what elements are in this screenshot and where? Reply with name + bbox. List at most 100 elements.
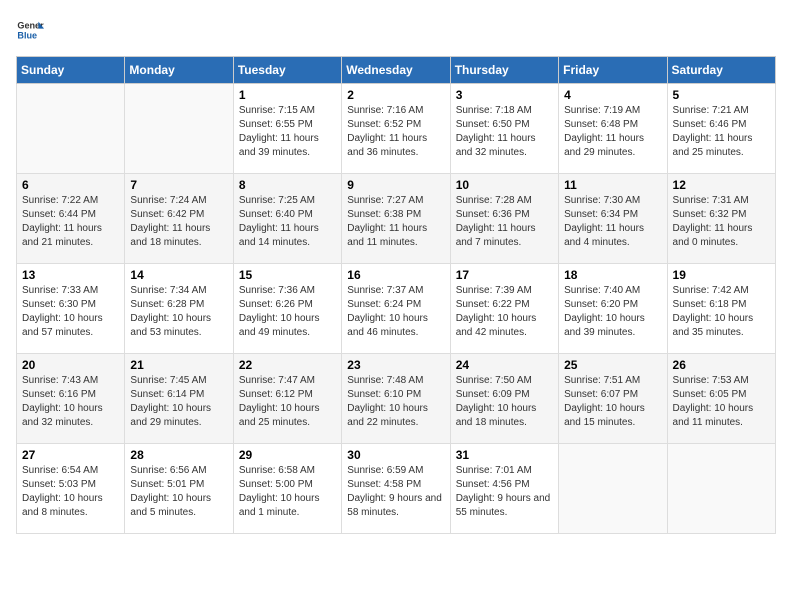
day-number: 13 <box>22 268 119 282</box>
day-number: 3 <box>456 88 553 102</box>
day-number: 27 <box>22 448 119 462</box>
calendar-cell <box>667 444 775 534</box>
day-info: Sunrise: 7:40 AMSunset: 6:20 PMDaylight:… <box>564 284 661 340</box>
day-info: Sunrise: 7:15 AMSunset: 6:55 PMDaylight:… <box>239 104 336 160</box>
calendar-cell: 15 Sunrise: 7:36 AMSunset: 6:26 PMDayligh… <box>233 264 341 354</box>
day-info: Sunrise: 7:51 AMSunset: 6:07 PMDaylight:… <box>564 374 661 430</box>
day-number: 17 <box>456 268 553 282</box>
calendar-cell: 22 Sunrise: 7:47 AMSunset: 6:12 PMDayligh… <box>233 354 341 444</box>
day-number: 11 <box>564 178 661 192</box>
day-info: Sunrise: 7:30 AMSunset: 6:34 PMDaylight:… <box>564 194 661 250</box>
day-info: Sunrise: 6:56 AMSunset: 5:01 PMDaylight:… <box>130 464 227 520</box>
weekday-header-saturday: Saturday <box>667 57 775 84</box>
calendar-week-row: 13Sunrise: 7:33 AMSunset: 6:30 PMDayligh… <box>17 264 776 354</box>
day-number: 9 <box>347 178 444 192</box>
day-number: 21 <box>130 358 227 372</box>
calendar-cell: 26 Sunrise: 7:53 AMSunset: 6:05 PMDayligh… <box>667 354 775 444</box>
calendar-cell: 29 Sunrise: 6:58 AMSunset: 5:00 PMDayligh… <box>233 444 341 534</box>
calendar-cell: 2 Sunrise: 7:16 AMSunset: 6:52 PMDaylight… <box>342 84 450 174</box>
calendar-cell: 17Sunrise: 7:39 AMSunset: 6:22 PMDayligh… <box>450 264 558 354</box>
weekday-header-tuesday: Tuesday <box>233 57 341 84</box>
day-info: Sunrise: 7:19 AMSunset: 6:48 PMDaylight:… <box>564 104 661 160</box>
calendar-cell: 23 Sunrise: 7:48 AMSunset: 6:10 PMDayligh… <box>342 354 450 444</box>
day-info: Sunrise: 7:43 AMSunset: 6:16 PMDaylight:… <box>22 374 119 430</box>
day-number: 23 <box>347 358 444 372</box>
calendar-cell: 28 Sunrise: 6:56 AMSunset: 5:01 PMDayligh… <box>125 444 233 534</box>
day-number: 10 <box>456 178 553 192</box>
day-info: Sunrise: 7:21 AMSunset: 6:46 PMDaylight:… <box>673 104 770 160</box>
calendar-week-row: 20 Sunrise: 7:43 AMSunset: 6:16 PMDayligh… <box>17 354 776 444</box>
day-info: Sunrise: 7:36 AMSunset: 6:26 PMDaylight:… <box>239 284 336 340</box>
day-number: 18 <box>564 268 661 282</box>
day-info: Sunrise: 7:28 AMSunset: 6:36 PMDaylight:… <box>456 194 553 250</box>
day-number: 1 <box>239 88 336 102</box>
calendar-cell: 6 Sunrise: 7:22 AMSunset: 6:44 PMDaylight… <box>17 174 125 264</box>
day-info: Sunrise: 6:58 AMSunset: 5:00 PMDaylight:… <box>239 464 336 520</box>
day-number: 22 <box>239 358 336 372</box>
day-info: Sunrise: 7:01 AMSunset: 4:56 PMDaylight:… <box>456 464 553 520</box>
logo: General Blue <box>16 16 48 44</box>
calendar-cell: 18 Sunrise: 7:40 AMSunset: 6:20 PMDayligh… <box>559 264 667 354</box>
day-number: 24 <box>456 358 553 372</box>
day-number: 19 <box>673 268 770 282</box>
day-info: Sunrise: 7:31 AMSunset: 6:32 PMDaylight:… <box>673 194 770 250</box>
calendar-cell: 10 Sunrise: 7:28 AMSunset: 6:36 PMDayligh… <box>450 174 558 264</box>
day-number: 25 <box>564 358 661 372</box>
calendar-cell: 19 Sunrise: 7:42 AMSunset: 6:18 PMDayligh… <box>667 264 775 354</box>
day-number: 29 <box>239 448 336 462</box>
day-info: Sunrise: 7:45 AMSunset: 6:14 PMDaylight:… <box>130 374 227 430</box>
calendar-cell: 1 Sunrise: 7:15 AMSunset: 6:55 PMDaylight… <box>233 84 341 174</box>
calendar-cell: 21 Sunrise: 7:45 AMSunset: 6:14 PMDayligh… <box>125 354 233 444</box>
calendar-cell: 8 Sunrise: 7:25 AMSunset: 6:40 PMDaylight… <box>233 174 341 264</box>
day-info: Sunrise: 7:50 AMSunset: 6:09 PMDaylight:… <box>456 374 553 430</box>
day-number: 16 <box>347 268 444 282</box>
day-info: Sunrise: 7:16 AMSunset: 6:52 PMDaylight:… <box>347 104 444 160</box>
calendar-week-row: 27 Sunrise: 6:54 AMSunset: 5:03 PMDayligh… <box>17 444 776 534</box>
day-info: Sunrise: 6:54 AMSunset: 5:03 PMDaylight:… <box>22 464 119 520</box>
calendar-cell: 3 Sunrise: 7:18 AMSunset: 6:50 PMDaylight… <box>450 84 558 174</box>
day-info: Sunrise: 7:48 AMSunset: 6:10 PMDaylight:… <box>347 374 444 430</box>
day-info: Sunrise: 7:42 AMSunset: 6:18 PMDaylight:… <box>673 284 770 340</box>
day-info: Sunrise: 7:34 AMSunset: 6:28 PMDaylight:… <box>130 284 227 340</box>
calendar-cell: 12 Sunrise: 7:31 AMSunset: 6:32 PMDayligh… <box>667 174 775 264</box>
day-info: Sunrise: 7:18 AMSunset: 6:50 PMDaylight:… <box>456 104 553 160</box>
calendar-cell: 4 Sunrise: 7:19 AMSunset: 6:48 PMDaylight… <box>559 84 667 174</box>
calendar-cell: 9 Sunrise: 7:27 AMSunset: 6:38 PMDaylight… <box>342 174 450 264</box>
calendar-cell: 13Sunrise: 7:33 AMSunset: 6:30 PMDayligh… <box>17 264 125 354</box>
day-number: 4 <box>564 88 661 102</box>
calendar-table: SundayMondayTuesdayWednesdayThursdayFrid… <box>16 56 776 534</box>
day-info: Sunrise: 7:27 AMSunset: 6:38 PMDaylight:… <box>347 194 444 250</box>
day-number: 2 <box>347 88 444 102</box>
calendar-week-row: 6 Sunrise: 7:22 AMSunset: 6:44 PMDaylight… <box>17 174 776 264</box>
day-info: Sunrise: 7:53 AMSunset: 6:05 PMDaylight:… <box>673 374 770 430</box>
day-number: 28 <box>130 448 227 462</box>
day-info: Sunrise: 7:25 AMSunset: 6:40 PMDaylight:… <box>239 194 336 250</box>
weekday-header-sunday: Sunday <box>17 57 125 84</box>
day-number: 31 <box>456 448 553 462</box>
weekday-header-wednesday: Wednesday <box>342 57 450 84</box>
day-number: 14 <box>130 268 227 282</box>
calendar-cell: 5 Sunrise: 7:21 AMSunset: 6:46 PMDaylight… <box>667 84 775 174</box>
weekday-header-friday: Friday <box>559 57 667 84</box>
day-info: Sunrise: 7:47 AMSunset: 6:12 PMDaylight:… <box>239 374 336 430</box>
calendar-cell: 25 Sunrise: 7:51 AMSunset: 6:07 PMDayligh… <box>559 354 667 444</box>
day-number: 6 <box>22 178 119 192</box>
day-number: 26 <box>673 358 770 372</box>
day-number: 5 <box>673 88 770 102</box>
calendar-cell: 11 Sunrise: 7:30 AMSunset: 6:34 PMDayligh… <box>559 174 667 264</box>
calendar-header-row: SundayMondayTuesdayWednesdayThursdayFrid… <box>17 57 776 84</box>
calendar-week-row: 1 Sunrise: 7:15 AMSunset: 6:55 PMDaylight… <box>17 84 776 174</box>
day-number: 7 <box>130 178 227 192</box>
calendar-body: 1 Sunrise: 7:15 AMSunset: 6:55 PMDaylight… <box>17 84 776 534</box>
day-info: Sunrise: 7:22 AMSunset: 6:44 PMDaylight:… <box>22 194 119 250</box>
day-number: 20 <box>22 358 119 372</box>
calendar-cell: 14 Sunrise: 7:34 AMSunset: 6:28 PMDayligh… <box>125 264 233 354</box>
day-number: 8 <box>239 178 336 192</box>
calendar-cell: 20 Sunrise: 7:43 AMSunset: 6:16 PMDayligh… <box>17 354 125 444</box>
weekday-header-thursday: Thursday <box>450 57 558 84</box>
day-number: 12 <box>673 178 770 192</box>
calendar-cell: 31 Sunrise: 7:01 AMSunset: 4:56 PMDayligh… <box>450 444 558 534</box>
day-number: 15 <box>239 268 336 282</box>
day-info: Sunrise: 7:24 AMSunset: 6:42 PMDaylight:… <box>130 194 227 250</box>
logo-icon: General Blue <box>16 16 44 44</box>
